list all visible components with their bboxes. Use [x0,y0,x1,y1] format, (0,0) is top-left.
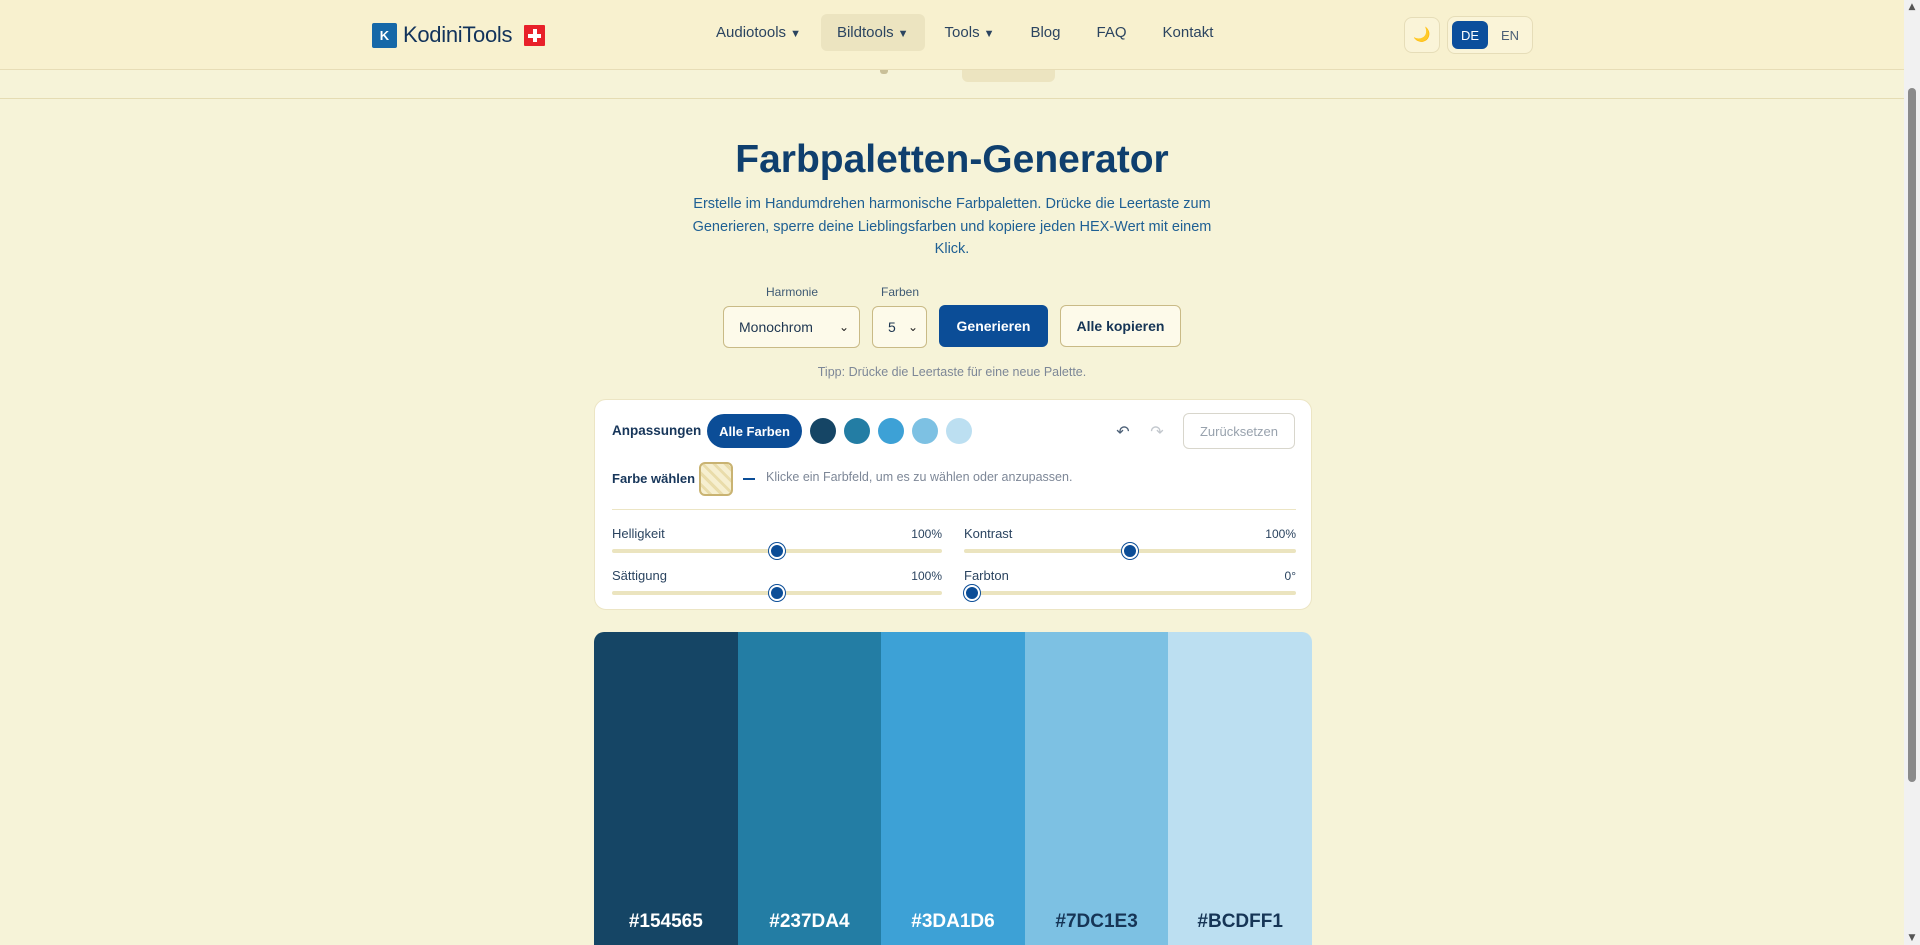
hex-code[interactable]: #7DC1E3 [1025,911,1169,933]
logo-mark-icon: K [372,22,397,48]
sub-navigation-strip [0,70,1904,99]
selected-color-preview[interactable] [699,462,733,496]
chevron-down-icon: ⌄ [907,320,918,334]
lang-en-button[interactable]: EN [1492,21,1528,49]
panel-divider [612,509,1296,510]
nav-bildtools[interactable]: Bildtools ▼ [820,14,925,51]
palette-swatch[interactable]: #154565 [594,632,738,945]
color-chip-2[interactable] [844,418,870,444]
chevron-down-icon: ▼ [790,28,801,40]
contrast-slider-thumb[interactable] [1122,543,1138,559]
color-chip-3[interactable] [878,418,904,444]
nav-tools[interactable]: Tools ▼ [929,14,1011,51]
selected-color-dash [743,478,755,480]
page-subtitle: Erstelle im Handumdrehen harmonische Far… [692,196,1212,257]
color-count-label: Farben [881,285,920,299]
logo-text: KodiniTools [403,22,513,47]
lang-de-button[interactable]: DE [1452,21,1488,49]
copy-all-button[interactable]: Alle kopieren [1060,305,1181,347]
saturation-slider-thumb[interactable] [769,585,785,601]
hue-slider-thumb[interactable] [964,585,980,601]
sub-nav-item[interactable] [880,70,888,74]
brightness-slider-thumb[interactable] [769,543,785,559]
redo-icon[interactable]: ↷ [1147,421,1167,441]
palette-swatch[interactable]: #7DC1E3 [1024,632,1169,945]
adjustment-panel: Anpassungen Alle Farben ↶ ↷ Zurücksetzen… [594,399,1312,610]
page-scrollbar[interactable]: ▲ ▼ [1904,0,1920,945]
saturation-value: 100% [911,569,942,583]
scroll-down-icon[interactable]: ▼ [1907,933,1917,943]
contrast-value: 100% [1265,527,1296,541]
chevron-down-icon: ▼ [897,28,909,40]
moon-icon: 🌙 [1413,27,1431,43]
language-switcher: DE EN [1447,16,1533,54]
hue-value: 0° [1284,569,1296,583]
chevron-down-icon: ⌄ [838,320,849,334]
palette-swatch[interactable]: #237DA4 [737,632,882,945]
logo[interactable]: K KodiniTools [372,22,546,48]
sub-nav-active-tab[interactable] [962,70,1055,82]
hue-slider[interactable] [964,591,1296,595]
contrast-label: Kontrast [964,526,1013,541]
pick-color-label: Farbe wählen [612,471,696,486]
color-count-select[interactable]: 5 ⌄ [872,306,927,348]
pick-color-hint: Klicke ein Farbfeld, um es zu wählen ode… [766,470,1073,484]
saturation-label: Sättigung [612,568,667,583]
undo-icon[interactable]: ↶ [1113,421,1133,441]
main-nav: Audiotools ▼ Bildtools ▼ Tools ▼ Blog FAQ K… [700,14,1233,51]
palette-swatch[interactable]: #3DA1D6 [881,632,1025,945]
dark-mode-toggle[interactable]: 🌙 [1404,17,1440,53]
adjustments-label: Anpassungen [612,423,702,438]
color-chip-4[interactable] [912,418,938,444]
harmony-label: Harmonie [766,285,819,299]
site-header: K KodiniTools Audiotools ▼ Bildtools ▼ Too… [0,0,1904,70]
nav-faq[interactable]: FAQ [1081,14,1143,51]
swiss-flag-icon [524,24,546,46]
brightness-label: Helligkeit [612,526,665,541]
hex-code[interactable]: #237DA4 [738,911,882,933]
spacebar-tip: Tipp: Drücke die Leertaste für eine neue… [817,365,1087,379]
color-chip-5[interactable] [946,418,972,444]
nav-blog[interactable]: Blog [1014,14,1076,51]
nav-kontakt[interactable]: Kontakt [1147,14,1230,51]
chevron-down-icon: ▼ [983,28,995,40]
nav-audiotools[interactable]: Audiotools ▼ [700,14,817,51]
hex-code[interactable]: #BCDFF1 [1168,911,1312,933]
hex-code[interactable]: #3DA1D6 [881,911,1025,933]
reset-button[interactable]: Zurücksetzen [1183,413,1295,449]
color-palette: #154565 #237DA4 #3DA1D6 #7DC1E3 #BCDFF1 [594,632,1312,945]
hue-label: Farbton [964,568,1009,583]
scrollbar-thumb[interactable] [1908,88,1916,782]
color-chip-1[interactable] [810,418,836,444]
page-title: Farbpaletten-Generator [735,138,1169,181]
brightness-value: 100% [911,527,942,541]
scroll-up-icon[interactable]: ▲ [1907,2,1917,12]
hex-code[interactable]: #154565 [594,911,738,933]
palette-swatch[interactable]: #BCDFF1 [1168,632,1312,945]
all-colors-button[interactable]: Alle Farben [707,414,802,448]
harmony-select[interactable]: Monochrom ⌄ [723,306,860,348]
generate-button[interactable]: Generieren [939,305,1048,347]
